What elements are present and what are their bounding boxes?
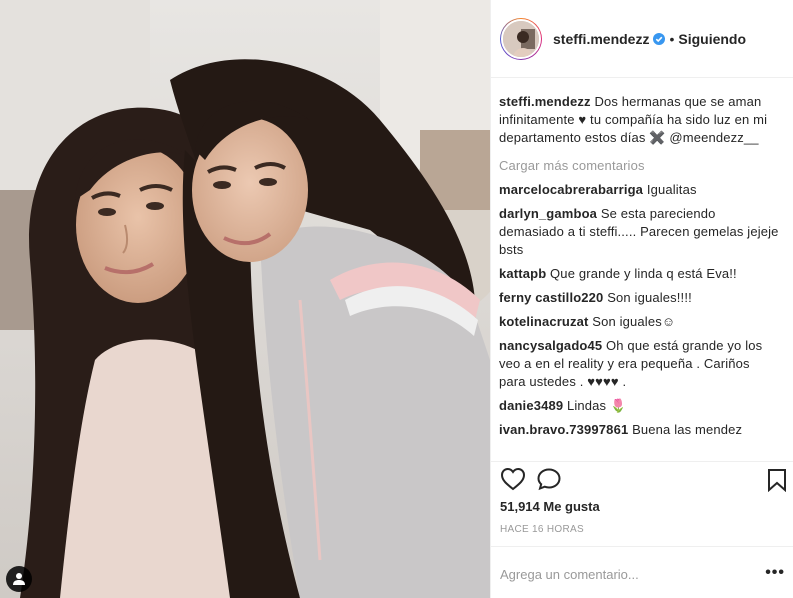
bookmark-icon[interactable]	[767, 468, 787, 492]
comment-username[interactable]: nancysalgado45	[499, 338, 602, 353]
comment: marcelocabrerabarriga Igualitas	[499, 181, 780, 199]
comment-text: Lindas 🌷	[567, 398, 627, 413]
comment-username[interactable]: ivan.bravo.73997861	[499, 422, 628, 437]
post-side-panel: steffi.mendezz • Siguiendo steffi.mendez…	[490, 0, 793, 598]
comment-text: Igualitas	[646, 182, 697, 197]
heart-icon[interactable]	[500, 467, 526, 491]
comment-username[interactable]: darlyn_gamboa	[499, 206, 597, 221]
comment-username[interactable]: kotelinacruzat	[499, 314, 589, 329]
comment: danie3489 Lindas 🌷	[499, 397, 780, 415]
story-ring[interactable]	[500, 17, 542, 60]
comment: ferny castillo220 Son iguales!!!!	[499, 289, 780, 307]
add-comment-bar: Agrega un comentario... •••	[491, 546, 793, 598]
more-options-button[interactable]: •••	[765, 564, 785, 582]
add-comment-input[interactable]: Agrega un comentario...	[500, 567, 639, 582]
comment-text: Que grande y linda q está Eva!!	[550, 266, 737, 281]
comment-username[interactable]: ferny castillo220	[499, 290, 603, 305]
comment: kotelinacruzat Son iguales☺	[499, 313, 780, 331]
post-photo[interactable]	[0, 0, 490, 598]
caption: steffi.mendezz Dos hermanas que se aman …	[499, 93, 780, 147]
comment-text: Buena las mendez	[632, 422, 743, 437]
comment-username[interactable]: danie3489	[499, 398, 563, 413]
comment: nancysalgado45 Oh que está grande yo los…	[499, 337, 780, 391]
caption-username[interactable]: steffi.mendezz	[499, 94, 591, 109]
user-tag-button[interactable]	[6, 566, 32, 592]
post-header: steffi.mendezz • Siguiendo	[491, 0, 793, 78]
separator-dot: •	[669, 30, 675, 47]
comment: ivan.bravo.73997861 Buena las mendez	[499, 421, 780, 439]
avatar-image	[503, 20, 539, 57]
comments-list[interactable]: steffi.mendezz Dos hermanas que se aman …	[491, 78, 793, 461]
comment: kattapb Que grande y linda q está Eva!!	[499, 265, 780, 283]
comment-text: Son iguales☺	[592, 314, 676, 329]
comment-username[interactable]: marcelocabrerabarriga	[499, 182, 643, 197]
comment-text: Son iguales!!!!	[607, 290, 692, 305]
post-author-username[interactable]: steffi.mendezz	[553, 31, 649, 47]
following-button[interactable]: Siguiendo	[678, 31, 746, 47]
photo-illustration	[0, 0, 490, 598]
post-timestamp[interactable]: HACE 16 HORAS	[500, 524, 584, 535]
load-more-comments[interactable]: Cargar más comentarios	[499, 157, 780, 175]
comment: darlyn_gamboa Se esta pareciendo demasia…	[499, 205, 780, 259]
like-count[interactable]: 51,914 Me gusta	[500, 499, 600, 514]
comment-username[interactable]: kattapb	[499, 266, 546, 281]
avatar[interactable]	[501, 18, 541, 59]
action-bar	[491, 461, 793, 496]
verified-badge-icon	[653, 32, 666, 45]
comment-icon[interactable]	[536, 467, 562, 491]
user-tag-icon	[13, 573, 25, 585]
